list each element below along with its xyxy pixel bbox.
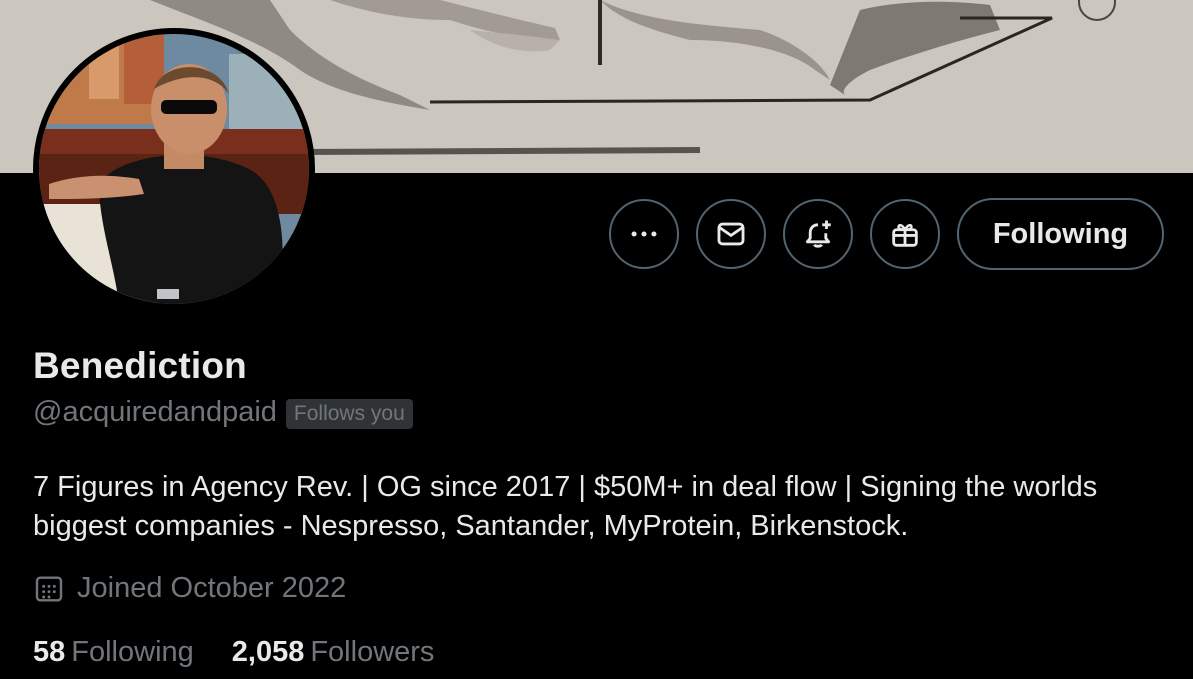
following-label: Following	[71, 636, 194, 668]
following-link[interactable]: 58 Following	[33, 636, 194, 669]
follows-you-badge: Follows you	[285, 398, 413, 429]
followers-label: Followers	[310, 636, 435, 668]
profile-handle: @acquiredandpaid	[33, 396, 277, 428]
gift-icon	[892, 223, 918, 247]
envelope-icon	[717, 222, 745, 246]
handle-row: @acquiredandpaid Follows you	[33, 396, 413, 429]
profile-actions: Following	[609, 198, 1164, 270]
notifications-button[interactable]	[783, 199, 853, 269]
following-button[interactable]: Following	[957, 198, 1164, 270]
profile-avatar[interactable]	[33, 28, 315, 310]
profile-name: Benediction	[33, 345, 247, 386]
gift-button[interactable]	[870, 199, 940, 269]
followers-count: 2,058	[231, 636, 305, 668]
avatar-photo	[39, 34, 309, 304]
message-button[interactable]	[696, 199, 766, 269]
more-button[interactable]	[609, 199, 679, 269]
profile-stats: 58 Following 2,058 Followers	[33, 636, 434, 669]
joined-text: Joined October 2022	[77, 572, 347, 604]
following-count: 58	[33, 636, 66, 668]
calendar-icon	[35, 575, 63, 602]
followers-link[interactable]: 2,058 Followers	[232, 636, 435, 669]
bell-plus-icon	[805, 220, 831, 248]
more-dots-icon	[631, 231, 657, 237]
profile-bio: 7 Figures in Agency Rev. | OG since 2017…	[33, 471, 1098, 542]
joined-date: Joined October 2022	[33, 572, 346, 605]
